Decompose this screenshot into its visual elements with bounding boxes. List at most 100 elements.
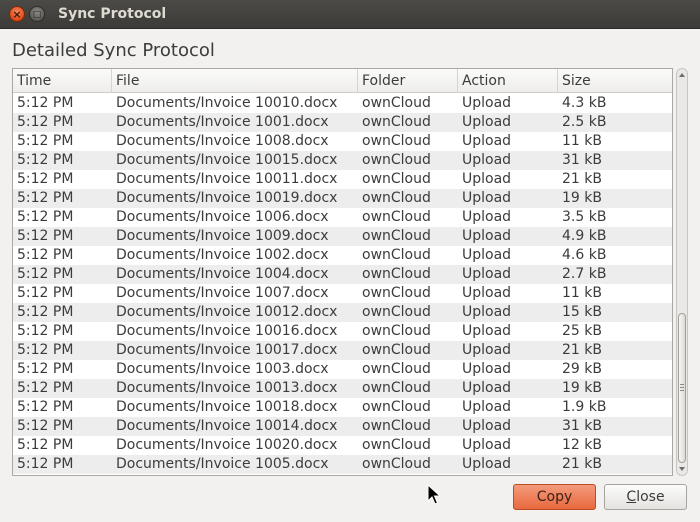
cell-file: Documents/Invoice 1001.docx	[116, 114, 329, 130]
cell-folder: ownCloud	[362, 323, 431, 339]
cell-action: Upload	[462, 190, 512, 206]
cell-size: 21 kB	[562, 456, 602, 472]
scroll-down-arrow-icon[interactable]	[679, 467, 685, 471]
close-mnemonic: C	[626, 489, 637, 505]
cell-time: 5:12 PM	[17, 304, 74, 320]
table-row[interactable]: 5:12 PM Documents/Invoice 10013.docx ownCl…	[13, 379, 672, 398]
cell-size: 1.9 kB	[562, 399, 607, 415]
cell-action: Upload	[462, 418, 512, 434]
cell-time: 5:12 PM	[17, 285, 74, 301]
cell-size: 21 kB	[562, 171, 602, 187]
table-row[interactable]: 5:12 PM Documents/Invoice 1007.docx ownClo…	[13, 284, 672, 303]
column-header-action[interactable]: Action	[458, 69, 558, 93]
cell-action: Upload	[462, 209, 512, 225]
cell-folder: ownCloud	[362, 266, 431, 282]
cell-folder: ownCloud	[362, 133, 431, 149]
cell-time: 5:12 PM	[17, 342, 74, 358]
cell-file: Documents/Invoice 10020.docx	[116, 437, 338, 453]
cell-file: Documents/Invoice 10019.docx	[116, 190, 338, 206]
cell-action: Upload	[462, 285, 512, 301]
cell-folder: ownCloud	[362, 456, 431, 472]
cell-folder: ownCloud	[362, 152, 431, 168]
cell-file: Documents/Invoice 10017.docx	[116, 342, 338, 358]
cell-action: Upload	[462, 95, 512, 111]
copy-button[interactable]: Copy	[513, 484, 596, 510]
cell-time: 5:12 PM	[17, 114, 74, 130]
maximize-icon: □	[32, 10, 42, 20]
cell-size: 3.5 kB	[562, 209, 607, 225]
column-header-size[interactable]: Size	[558, 69, 672, 93]
cell-time: 5:12 PM	[17, 190, 74, 206]
table-row[interactable]: 5:12 PM Documents/Invoice 1009.docx ownClo…	[13, 227, 672, 246]
cell-action: Upload	[462, 133, 512, 149]
vertical-scrollbar[interactable]	[676, 68, 688, 476]
table-row[interactable]: 5:12 PM Documents/Invoice 1002.docx ownClo…	[13, 246, 672, 265]
cell-size: 29 kB	[562, 361, 602, 377]
cell-time: 5:12 PM	[17, 380, 74, 396]
column-header-time[interactable]: Time	[13, 69, 112, 93]
grip-line	[680, 384, 684, 385]
page-title: Detailed Sync Protocol	[12, 40, 215, 61]
cell-file: Documents/Invoice 10010.docx	[116, 95, 338, 111]
cell-action: Upload	[462, 399, 512, 415]
table-row[interactable]: 5:12 PM Documents/Invoice 10020.docx ownCl…	[13, 436, 672, 455]
mouse-pointer-icon	[427, 483, 442, 510]
table-row[interactable]: 5:12 PM Documents/Invoice 1006.docx ownClo…	[13, 208, 672, 227]
cell-action: Upload	[462, 361, 512, 377]
cell-time: 5:12 PM	[17, 133, 74, 149]
table-header: Time File Folder Action Size	[13, 69, 672, 93]
cell-time: 5:12 PM	[17, 247, 74, 263]
table-row[interactable]: 5:12 PM Documents/Invoice 1001.docx ownClo…	[13, 113, 672, 132]
cell-file: Documents/Invoice 1003.docx	[116, 361, 329, 377]
cell-folder: ownCloud	[362, 418, 431, 434]
cell-size: 12 kB	[562, 437, 602, 453]
cell-file: Documents/Invoice 1009.docx	[116, 228, 329, 244]
cell-file: Documents/Invoice 10018.docx	[116, 399, 338, 415]
cell-time: 5:12 PM	[17, 361, 74, 377]
table-row[interactable]: 5:12 PM Documents/Invoice 10016.docx ownCl…	[13, 322, 672, 341]
cell-folder: ownCloud	[362, 171, 431, 187]
cell-time: 5:12 PM	[17, 228, 74, 244]
cell-size: 19 kB	[562, 190, 602, 206]
sync-protocol-table[interactable]: Time File Folder Action Size 5:12 PM Docu…	[12, 68, 673, 476]
table-row[interactable]: 5:12 PM Documents/Invoice 10015.docx ownCl…	[13, 151, 672, 170]
cell-size: 2.7 kB	[562, 266, 607, 282]
cell-file: Documents/Invoice 10014.docx	[116, 418, 338, 434]
cell-time: 5:12 PM	[17, 171, 74, 187]
cell-folder: ownCloud	[362, 114, 431, 130]
table-row[interactable]: 5:12 PM Documents/Invoice 1008.docx ownClo…	[13, 132, 672, 151]
close-button[interactable]: Close	[604, 484, 687, 510]
column-header-file[interactable]: File	[112, 69, 358, 93]
table-row[interactable]: 5:12 PM Documents/Invoice 1004.docx ownClo…	[13, 265, 672, 284]
table-row[interactable]: 5:12 PM Documents/Invoice 10017.docx ownCl…	[13, 341, 672, 360]
scrollbar-thumb[interactable]	[678, 313, 686, 463]
table-row[interactable]: 5:12 PM Documents/Invoice 1005.docx ownClo…	[13, 455, 672, 474]
cell-action: Upload	[462, 437, 512, 453]
table-row[interactable]: 5:12 PM Documents/Invoice 10014.docx ownCl…	[13, 417, 672, 436]
cell-folder: ownCloud	[362, 399, 431, 415]
cell-folder: ownCloud	[362, 247, 431, 263]
table-row[interactable]: 5:12 PM Documents/Invoice 10011.docx ownCl…	[13, 170, 672, 189]
cell-action: Upload	[462, 228, 512, 244]
table-row[interactable]: 5:12 PM Documents/Invoice 10019.docx ownCl…	[13, 189, 672, 208]
cell-time: 5:12 PM	[17, 323, 74, 339]
cell-folder: ownCloud	[362, 228, 431, 244]
cell-action: Upload	[462, 323, 512, 339]
cell-size: 4.3 kB	[562, 95, 607, 111]
cell-size: 4.9 kB	[562, 228, 607, 244]
cell-file: Documents/Invoice 1007.docx	[116, 285, 329, 301]
cell-time: 5:12 PM	[17, 399, 74, 415]
column-header-folder[interactable]: Folder	[358, 69, 458, 93]
table-row[interactable]: 5:12 PM Documents/Invoice 10012.docx ownCl…	[13, 303, 672, 322]
window-titlebar[interactable]: × □ Sync Protocol	[0, 0, 700, 29]
table-row[interactable]: 5:12 PM Documents/Invoice 1003.docx ownClo…	[13, 360, 672, 379]
table-row[interactable]: 5:12 PM Documents/Invoice 10010.docx ownCl…	[13, 94, 672, 113]
window-maximize-button[interactable]: □	[29, 6, 45, 22]
table-row[interactable]: 5:12 PM Documents/Invoice 10018.docx ownCl…	[13, 398, 672, 417]
cell-action: Upload	[462, 266, 512, 282]
window-close-button[interactable]: ×	[9, 6, 25, 22]
cell-size: 4.6 kB	[562, 247, 607, 263]
grip-line	[680, 390, 684, 391]
cell-file: Documents/Invoice 1008.docx	[116, 133, 329, 149]
scroll-up-arrow-icon[interactable]	[679, 73, 685, 77]
